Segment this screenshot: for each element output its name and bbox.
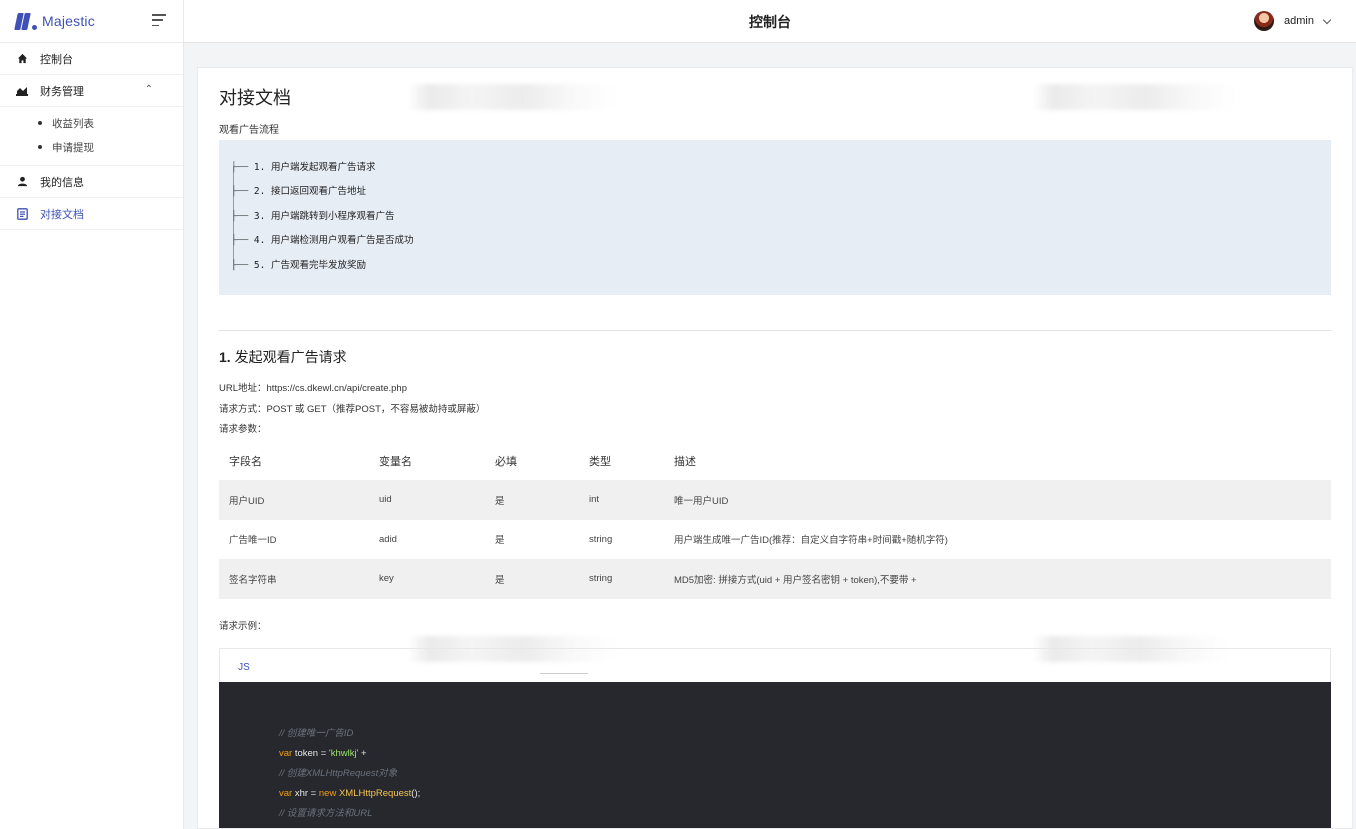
avatar[interactable] (1254, 11, 1275, 31)
code-tabs: JS (219, 648, 1331, 684)
sidebar-item-label: 对接文档 (40, 208, 84, 221)
url-line: URL地址：https://cs.dkewl.cn/api/create.php (219, 383, 407, 394)
tab-js[interactable]: JS (220, 649, 268, 684)
divider (219, 330, 1331, 331)
page-title: 控制台 (749, 14, 791, 30)
code-line: var token = 'khwlkj' + (279, 748, 367, 759)
table-cell: 用户端生成唯一广告ID(推荐：自定义自字符串+时间戳+随机字符) (674, 535, 948, 547)
table-header: 必填 (495, 455, 517, 468)
finance-submenu: 收益列表 申请提现 (0, 107, 183, 166)
bullet-icon (38, 145, 42, 149)
table-header: 描述 (674, 455, 696, 468)
code-comment: // 创建XMLHttpRequest对象 (279, 768, 398, 779)
flow-box: ├── 1. 用户端发起观看广告请求 ├── 2. 接口返回观看广告地址 ├──… (219, 140, 1331, 295)
table-header: 变量名 (379, 455, 412, 468)
sidebar: Majestic 控制台 财务管理 ⌃ 收益列表 申请提现 我的信息 对接文档 (0, 0, 184, 829)
example-label: 请求示例： (219, 621, 267, 632)
table-cell: 是 (495, 535, 505, 547)
flow-step: ├── 1. 用户端发起观看广告请求 (231, 162, 376, 173)
params-label: 请求参数： (219, 424, 267, 435)
blurred-watermark (408, 84, 618, 110)
sidebar-item-label: 收益列表 (52, 117, 94, 130)
document-icon (16, 207, 28, 220)
code-block[interactable]: // 创建唯一广告ID var token = 'khwlkj' + // 创建… (219, 682, 1331, 828)
doc-card: 对接文档 观看广告流程 ├── 1. 用户端发起观看广告请求 ├── 2. 接口… (197, 67, 1353, 829)
table-cell: 是 (485, 559, 579, 599)
sidebar-item-label: 控制台 (40, 53, 73, 66)
table-cell: uid (369, 480, 485, 520)
table-cell: 广告唯一ID (229, 535, 277, 547)
finance-icon (16, 85, 28, 97)
code-comment: // 设置请求方法和URL (279, 808, 373, 819)
flow-step: ├── 3. 用户端跳转到小程序观看广告 (231, 210, 395, 222)
table-cell: string (579, 559, 664, 599)
table-cell: 用户UID (219, 480, 369, 520)
code-line: var xhr = new XMLHttpRequest(); (279, 788, 421, 799)
table-cell: adid (379, 533, 397, 545)
params-table: 字段名 变量名 必填 类型 描述 用户UID uid 是 int 唯一用户UID… (219, 441, 1331, 599)
logo-icon (14, 12, 37, 30)
table-cell: 唯一用户UID (664, 480, 1331, 520)
sidebar-item-dashboard[interactable]: 控制台 (0, 43, 183, 75)
user-icon (16, 176, 28, 188)
table-cell: string (589, 533, 613, 545)
doc-title: 对接文档 (219, 88, 291, 108)
table-header: 字段名 (229, 455, 262, 468)
api-url[interactable]: https://cs.dkewl.cn/api/create.php (267, 383, 407, 394)
sidebar-item-withdraw[interactable]: 申请提现 (0, 135, 183, 159)
topbar: 控制台 admin (184, 0, 1356, 43)
sidebar-item-docs[interactable]: 对接文档 (0, 198, 183, 230)
table-cell: MD5加密: 拼接方式(uid + 用户签名密钥 + token),不要带 + (664, 559, 1331, 599)
sidebar-item-profile[interactable]: 我的信息 (0, 166, 183, 198)
username[interactable]: admin (1284, 15, 1314, 27)
chevron-down-icon[interactable] (1322, 15, 1332, 24)
table-cell: 是 (485, 480, 579, 520)
menu-toggle-icon[interactable] (152, 14, 166, 26)
table-header-row: 字段名 变量名 必填 类型 描述 (219, 441, 1331, 480)
method-line: 请求方式：POST 或 GET（推荐POST，不容易被劫持或屏蔽） (219, 404, 486, 415)
user-menu[interactable]: admin (1254, 11, 1332, 31)
flow-step: ├── 2. 接口返回观看广告地址 (231, 186, 367, 198)
brand-name: Majestic (42, 13, 95, 29)
sidebar-item-label: 财务管理 (40, 85, 84, 98)
table-cell: 签名字符串 (219, 559, 369, 599)
blurred-watermark (1033, 84, 1238, 110)
sidebar-item-label: 申请提现 (52, 141, 94, 154)
table-header: 类型 (589, 455, 611, 468)
flow-label: 观看广告流程 (219, 125, 279, 136)
bullet-icon (38, 121, 42, 125)
flow-step: ├── 4. 用户端检测用户观看广告是否成功 (231, 235, 414, 247)
table-cell: key (369, 559, 485, 599)
sidebar-item-earnings[interactable]: 收益列表 (0, 111, 183, 135)
table-cell: int (579, 480, 664, 520)
sidebar-item-finance[interactable]: 财务管理 ⌃ (0, 75, 183, 107)
flow-step: ├── 5. 广告观看完毕发放奖励 (231, 259, 367, 271)
table-row: 签名字符串 key 是 string MD5加密: 拼接方式(uid + 用户签… (219, 559, 1331, 599)
tab-divider (540, 673, 588, 674)
sidebar-item-label: 我的信息 (40, 176, 84, 189)
home-icon (16, 53, 28, 65)
table-row: 广告唯一ID adid 是 string 用户端生成唯一广告ID(推荐：自定义自… (219, 520, 1331, 560)
code-comment: // 创建唯一广告ID (279, 728, 354, 739)
chevron-up-icon[interactable]: ⌃ (145, 84, 153, 95)
section-title: 1. 发起观看广告请求 (219, 349, 347, 365)
table-row: 用户UID uid 是 int 唯一用户UID (219, 480, 1331, 520)
